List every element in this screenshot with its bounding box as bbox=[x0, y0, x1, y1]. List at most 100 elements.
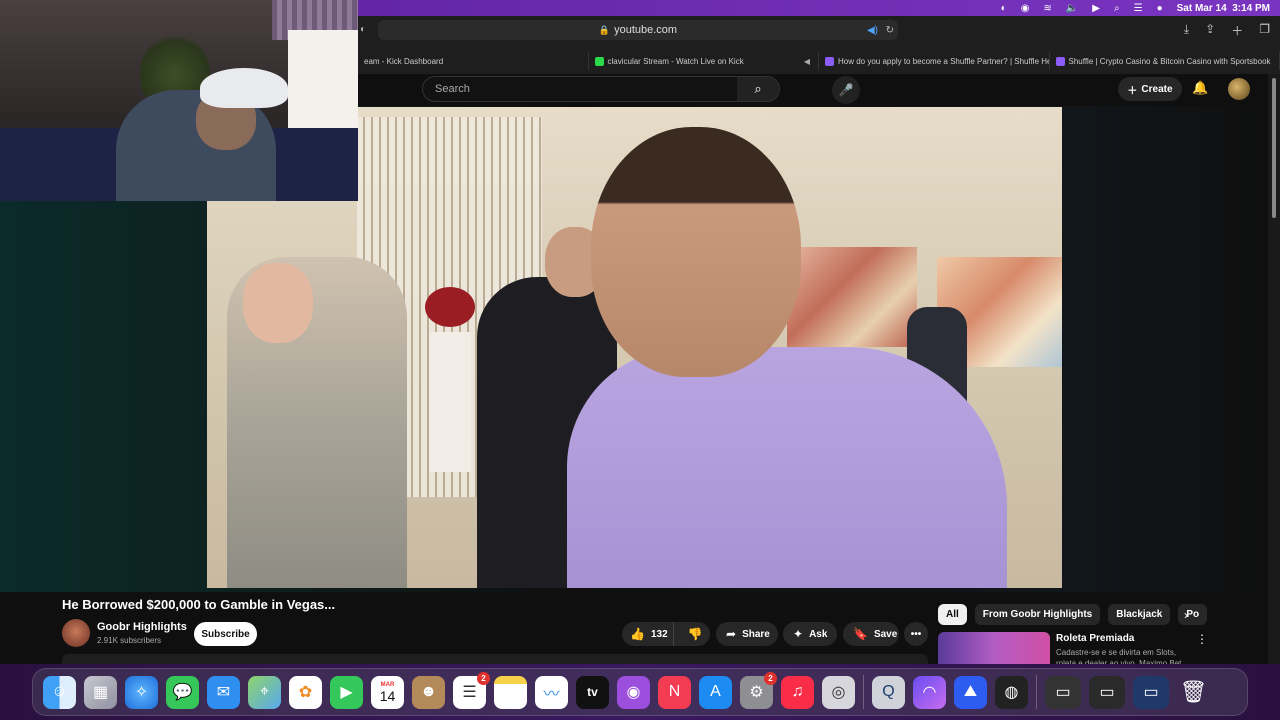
arc-icon[interactable]: ◠ bbox=[913, 675, 946, 709]
dock-separator bbox=[863, 675, 864, 709]
webcam-overlay bbox=[0, 0, 358, 201]
nordvpn-icon[interactable]: ⛰ bbox=[954, 675, 987, 709]
spotlight-icon[interactable]: ⌕ bbox=[1114, 3, 1120, 14]
subscribe-button[interactable]: Subscribe bbox=[194, 622, 257, 646]
tab-bar: eam - Kick Dashboard clavicular Stream -… bbox=[358, 52, 1280, 70]
podcasts-icon[interactable]: ◉ bbox=[617, 675, 650, 709]
like-button[interactable]: 👍 132 bbox=[622, 622, 675, 646]
music-icon[interactable]: ♫ bbox=[781, 675, 814, 709]
video-scene-flowers bbox=[425, 287, 475, 327]
tab-overview-icon[interactable]: ❐ bbox=[1259, 22, 1270, 39]
notifications-bell-icon[interactable]: 🔔 bbox=[1192, 80, 1208, 96]
address-bar[interactable]: 🔒 youtube.com ◀) ↻ bbox=[378, 20, 898, 40]
tab-speaker-icon[interactable]: ◀ bbox=[804, 57, 810, 66]
trash-icon[interactable]: 🗑 bbox=[1177, 676, 1210, 709]
chip-all[interactable]: All bbox=[938, 604, 967, 625]
tab-kick-dashboard[interactable]: eam - Kick Dashboard bbox=[358, 52, 589, 70]
channel-avatar[interactable] bbox=[62, 619, 90, 647]
like-count: 132 bbox=[650, 628, 668, 640]
recommendation-thumbnail[interactable] bbox=[938, 632, 1050, 664]
ask-button[interactable]: ✦ Ask bbox=[783, 622, 837, 646]
volume-icon[interactable]: 🔈 bbox=[1066, 3, 1078, 14]
calendar-icon[interactable]: MAR 14 bbox=[371, 675, 404, 709]
wifi-icon[interactable]: ≋ bbox=[1043, 3, 1051, 14]
share-arrow-icon: ➦ bbox=[726, 627, 737, 641]
shield-icon[interactable]: ◐ bbox=[360, 24, 366, 35]
appstore-icon[interactable]: A bbox=[699, 675, 732, 709]
chevron-right-icon[interactable]: › bbox=[1184, 608, 1188, 622]
contacts-icon[interactable]: ☻ bbox=[412, 675, 445, 709]
tv-icon[interactable]: tv bbox=[576, 675, 609, 709]
speaker-icon[interactable]: ◀) bbox=[867, 25, 878, 36]
menubar-clock[interactable]: Sat Mar 14 3:14 PM bbox=[1177, 3, 1270, 14]
save-label: Save bbox=[873, 628, 898, 640]
scrollbar-thumb[interactable] bbox=[1272, 78, 1276, 218]
maps-icon[interactable]: ⌖ bbox=[248, 675, 281, 709]
safari-icon[interactable]: ✧ bbox=[125, 675, 158, 709]
account-avatar[interactable] bbox=[1228, 78, 1250, 100]
plus-icon: ＋ bbox=[1127, 85, 1138, 97]
voice-search-button[interactable]: 🎤 bbox=[832, 76, 860, 104]
description-box[interactable] bbox=[62, 654, 928, 664]
macos-dock: ☺ ▦ ✧ 💬 ✉ ⌖ ✿ ▶ MAR 14 ☻ ☰ 2 〰 tv ◉ N A ⚙… bbox=[32, 668, 1248, 716]
search-input[interactable]: Search ⌕ bbox=[422, 76, 780, 102]
lock-icon: 🔒 bbox=[598, 24, 611, 35]
focus-icon[interactable]: ◐ bbox=[1001, 3, 1007, 14]
play-icon[interactable]: ▶ bbox=[1092, 3, 1100, 14]
freeform-icon[interactable]: 〰 bbox=[535, 675, 568, 709]
siri-icon[interactable]: ● bbox=[1157, 3, 1163, 14]
disk-utility-icon[interactable]: ◎ bbox=[822, 675, 855, 709]
channel-name[interactable]: Goobr Highlights bbox=[97, 621, 187, 633]
tab-shuffle-casino[interactable]: Shuffle | Crypto Casino & Bitcoin Casino… bbox=[1050, 52, 1280, 70]
tab-kick-stream[interactable]: clavicular Stream - Watch Live on Kick ◀ bbox=[589, 52, 819, 70]
news-icon[interactable]: N bbox=[658, 675, 691, 709]
minimized-window-icon[interactable]: ▭ bbox=[1133, 675, 1169, 709]
messages-icon[interactable]: 💬 bbox=[166, 675, 199, 709]
mic-icon: 🎤 bbox=[838, 83, 854, 97]
menubar-time: 3:14 PM bbox=[1232, 2, 1270, 14]
reminders-badge: 2 bbox=[477, 671, 490, 685]
airdrop-icon[interactable]: ◉ bbox=[1021, 3, 1030, 14]
thumbs-up-icon: 👍 bbox=[630, 627, 645, 641]
chip-from-channel[interactable]: From Goobr Highlights bbox=[974, 604, 1101, 625]
save-button[interactable]: 🔖 Save bbox=[843, 622, 899, 646]
chip-blackjack[interactable]: Blackjack bbox=[1108, 604, 1171, 625]
chip-poker[interactable]: Po bbox=[1178, 604, 1208, 625]
share-label: Share bbox=[742, 628, 770, 640]
search-button[interactable]: ⌕ bbox=[737, 77, 779, 101]
video-scene-pedestal bbox=[429, 332, 471, 472]
mail-icon[interactable]: ✉ bbox=[207, 675, 240, 709]
create-label: Create bbox=[1141, 83, 1173, 95]
thumbs-down-icon: 👎 bbox=[687, 627, 703, 641]
settings-icon[interactable]: ⚙ 2 bbox=[740, 671, 777, 709]
photos-icon[interactable]: ✿ bbox=[289, 675, 322, 709]
facetime-icon[interactable]: ▶ bbox=[330, 675, 363, 709]
minimized-window-icon[interactable]: ▭ bbox=[1045, 675, 1081, 709]
minimized-window-icon[interactable]: ▭ bbox=[1089, 675, 1125, 709]
notes-icon[interactable] bbox=[494, 675, 527, 709]
share-button[interactable]: ➦ Share bbox=[716, 622, 778, 646]
finder-icon[interactable]: ☺ bbox=[43, 675, 76, 709]
quicktime-icon[interactable]: Q bbox=[872, 675, 905, 709]
tab-shuffle-partner[interactable]: How do you apply to become a Shuffle Par… bbox=[819, 52, 1050, 70]
page-scrollbar[interactable] bbox=[1268, 74, 1280, 664]
more-horizontal-icon: ••• bbox=[910, 628, 922, 640]
reminders-icon[interactable]: ☰ 2 bbox=[453, 671, 490, 709]
more-vertical-icon[interactable]: ⋮ bbox=[1196, 632, 1208, 646]
more-actions-button[interactable]: ••• bbox=[904, 622, 928, 646]
recommendation-chips: All From Goobr Highlights Blackjack Po bbox=[938, 604, 1208, 625]
launchpad-icon[interactable]: ▦ bbox=[84, 675, 117, 709]
video-title: He Borrowed $200,000 to Gamble in Vegas.… bbox=[62, 597, 336, 612]
dislike-button[interactable]: 👎 bbox=[680, 627, 710, 641]
menubar-date: Sat Mar 14 bbox=[1176, 2, 1227, 14]
download-icon[interactable]: ⤓ bbox=[1184, 22, 1189, 39]
obs-icon[interactable]: ◍ bbox=[995, 675, 1028, 709]
reload-icon[interactable]: ↻ bbox=[886, 25, 894, 36]
video-scene-person-head bbox=[591, 127, 801, 377]
recommendation-title[interactable]: Roleta Premiada bbox=[1056, 633, 1134, 644]
share-icon[interactable]: ⇪ bbox=[1205, 22, 1215, 39]
create-button[interactable]: ＋ Create bbox=[1118, 77, 1182, 101]
tab-label: eam - Kick Dashboard bbox=[364, 56, 444, 66]
new-tab-icon[interactable]: ＋ bbox=[1231, 22, 1243, 39]
control-center-icon[interactable]: ☰ bbox=[1134, 3, 1143, 14]
